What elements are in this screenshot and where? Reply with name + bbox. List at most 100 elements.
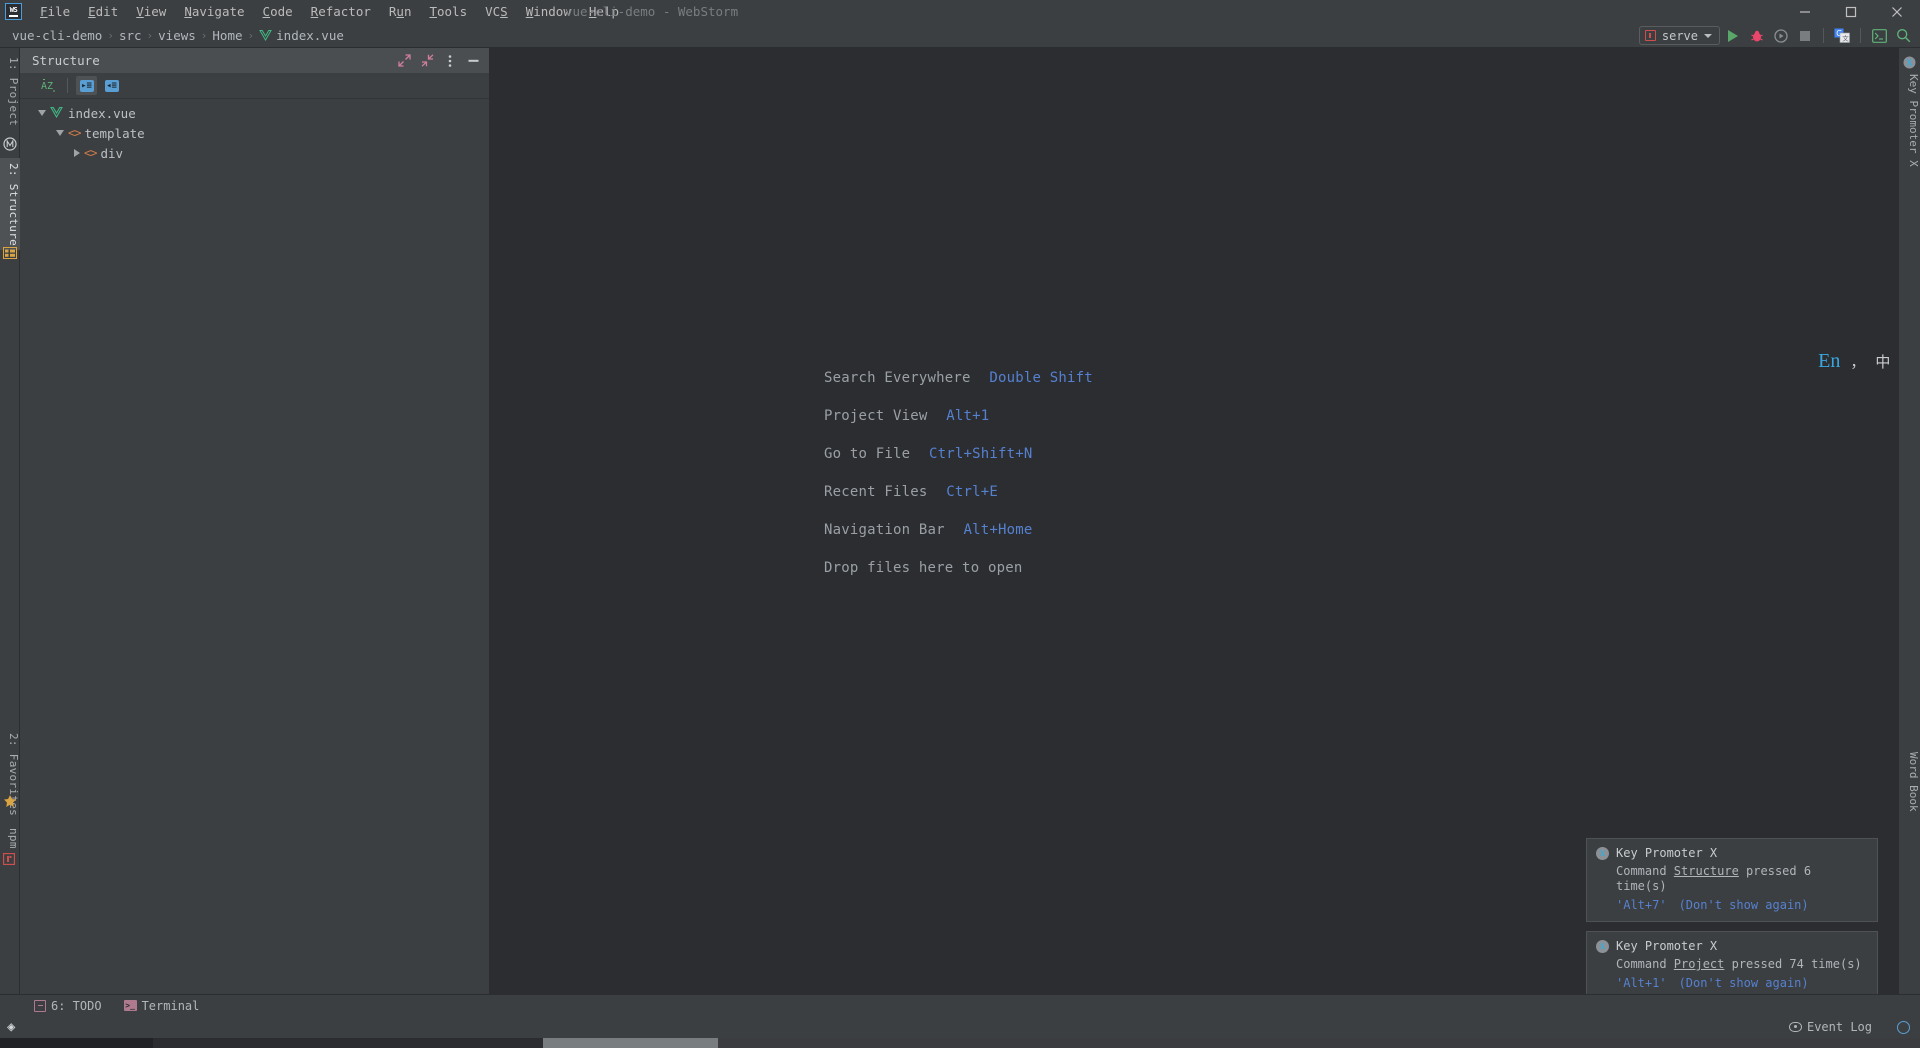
tree-item-template[interactable]: <> template (20, 123, 489, 143)
bottom-tab-todo[interactable]: 6: TODO (23, 995, 113, 1017)
sidebar-item-structure[interactable]: 2: Structure (0, 158, 20, 250)
structure-toolbar: AZ ▸≡ ◂≡ (20, 73, 489, 99)
notification-body-suffix: pressed 74 time(s) (1724, 957, 1862, 971)
close-icon[interactable] (1874, 0, 1920, 23)
hint-action: Navigation Bar (824, 522, 945, 538)
sort-az-icon[interactable]: AZ (38, 76, 59, 95)
maximize-icon[interactable] (1828, 0, 1874, 23)
menu-item-file[interactable]: File (31, 0, 79, 23)
taskbar-segment (0, 1038, 153, 1048)
right-tool-strip: X Key Promoter X Word Book (1898, 48, 1920, 1008)
ime-punctuation-icon[interactable]: ， (1850, 351, 1865, 372)
bottom-tab-terminal[interactable]: >_ Terminal (113, 995, 211, 1017)
chevron-right-icon[interactable] (74, 149, 80, 157)
breadcrumb-item-views[interactable]: views (158, 28, 196, 43)
structure-title: Structure (32, 53, 100, 68)
ime-language-widget[interactable]: En ， 中 ⌨ (1818, 350, 1910, 373)
sidebar-item-key-promoter-x[interactable]: Key Promoter X (1898, 70, 1920, 185)
notification-shortcut: 'Alt+1' (1616, 976, 1667, 990)
breadcrumb-item-src[interactable]: src (119, 28, 142, 43)
menu-item-edit[interactable]: Edit (79, 0, 127, 23)
debug-button[interactable] (1746, 25, 1768, 47)
notification-body: Command Structure pressed 6 time(s) (1596, 864, 1868, 894)
ime-language-label[interactable]: En (1818, 350, 1840, 373)
notification-stack: X Key Promoter X Command Structure press… (1586, 829, 1878, 1000)
bottom-tab-label: 6: TODO (51, 998, 102, 1013)
bottom-tab-label: Terminal (141, 998, 200, 1013)
npm-icon[interactable] (2, 850, 17, 866)
notification-title: Key Promoter X (1616, 939, 1718, 953)
collapse-arrows-icon[interactable] (417, 51, 437, 71)
webstorm-logo-icon: WS (5, 3, 22, 20)
key-promoter-icon: X (1596, 940, 1609, 953)
minus-icon[interactable] (463, 51, 483, 71)
breadcrumb: vue-cli-demo › src › views › Home › inde… (0, 28, 344, 43)
menu-item-refactor[interactable]: Refactor (302, 0, 380, 23)
dont-show-again-link[interactable]: (Don't show again) (1679, 976, 1809, 990)
expand-all-icon[interactable]: ▸≡ (76, 76, 97, 95)
expand-arrows-icon[interactable] (394, 51, 414, 71)
hint-shortcut: Alt+1 (946, 408, 990, 424)
key-promoter-icon[interactable]: X (1903, 54, 1917, 69)
taskbar-segment (718, 1038, 1920, 1048)
structure-tool-window: Structure AZ ▸≡ ◂≡ index.vue <> template… (20, 48, 490, 1008)
breadcrumb-item-home[interactable]: Home (212, 28, 242, 43)
structure-icon[interactable] (3, 244, 17, 259)
notification-command: Structure (1673, 864, 1739, 878)
notification-key-promoter-structure[interactable]: X Key Promoter X Command Structure press… (1586, 838, 1878, 922)
menu-item-code[interactable]: Code (254, 0, 302, 23)
notification-key-promoter-project[interactable]: X Key Promoter X Command Project pressed… (1586, 931, 1878, 1000)
google-translate-icon[interactable]: G 文 (1831, 25, 1853, 47)
status-bar: ◈ Event Log (0, 1016, 1920, 1038)
globe-icon[interactable] (1897, 1020, 1910, 1034)
chevron-down-icon[interactable] (56, 130, 64, 136)
html-tag-icon: <> (84, 146, 97, 160)
sidebar-item-word-book[interactable]: Word Book (1898, 748, 1920, 833)
sidebar-item-project[interactable]: 1: Project (0, 52, 20, 128)
collapse-all-icon[interactable]: ◂≡ (101, 76, 122, 95)
terminal-icon: >_ (123, 1000, 137, 1011)
menu-item-tools[interactable]: Tools (420, 0, 476, 23)
ime-chinese-icon[interactable]: 中 (1875, 351, 1890, 372)
terminal-icon[interactable] (1868, 25, 1890, 47)
breadcrumb-item-file[interactable]: index.vue (276, 28, 344, 43)
sidebar-item-label: 2: Structure (7, 163, 20, 247)
menu-item-view[interactable]: View (127, 0, 175, 23)
star-icon[interactable] (3, 793, 17, 807)
hint-drop-files: Drop files here to open (824, 560, 1093, 576)
event-log-button[interactable]: Event Log (1788, 1020, 1872, 1034)
project-icon[interactable] (3, 136, 17, 151)
structure-header: Structure (20, 48, 489, 73)
tree-item-index-vue[interactable]: index.vue (20, 103, 489, 123)
sidebar-item-label: Word Book (1907, 752, 1920, 812)
navigation-bar: vue-cli-demo › src › views › Home › inde… (0, 23, 1920, 48)
breadcrumb-separator: › (146, 28, 154, 42)
chevron-down-icon[interactable] (38, 110, 46, 116)
layers-icon[interactable]: ◈ (7, 1019, 15, 1035)
html-tag-icon: <> (68, 126, 81, 140)
chevron-down-icon (1704, 33, 1712, 38)
run-configuration-selector[interactable]: serve (1638, 26, 1720, 45)
notification-shortcut: 'Alt+7' (1616, 898, 1667, 912)
run-with-coverage-button[interactable] (1770, 25, 1792, 47)
menu-item-navigate[interactable]: Navigate (175, 0, 253, 23)
menu-item-run[interactable]: Run (380, 0, 421, 23)
event-log-label: Event Log (1806, 1020, 1872, 1034)
dont-show-again-link[interactable]: (Don't show again) (1679, 898, 1809, 912)
minimize-icon[interactable] (1782, 0, 1828, 23)
notification-body: Command Project pressed 74 time(s) (1596, 957, 1868, 972)
hint-search-everywhere: Search Everywhere Double Shift (824, 370, 1093, 386)
hint-shortcut: Alt+Home (963, 522, 1033, 538)
sidebar-item-label: npm (7, 828, 20, 849)
hint-recent-files: Recent Files Ctrl+E (824, 484, 1093, 500)
hint-go-to-file: Go to File Ctrl+Shift+N (824, 446, 1093, 462)
run-button[interactable] (1722, 25, 1744, 47)
more-vertical-icon[interactable] (440, 51, 460, 71)
breadcrumb-item-project[interactable]: vue-cli-demo (12, 28, 102, 43)
tree-item-div[interactable]: <> div (20, 143, 489, 163)
taskbar-segment (153, 1038, 543, 1048)
stop-button[interactable] (1794, 25, 1816, 47)
menu-item-vcs[interactable]: VCS (476, 0, 517, 23)
search-icon[interactable] (1892, 25, 1914, 47)
hint-action: Drop files here to open (824, 560, 1023, 576)
